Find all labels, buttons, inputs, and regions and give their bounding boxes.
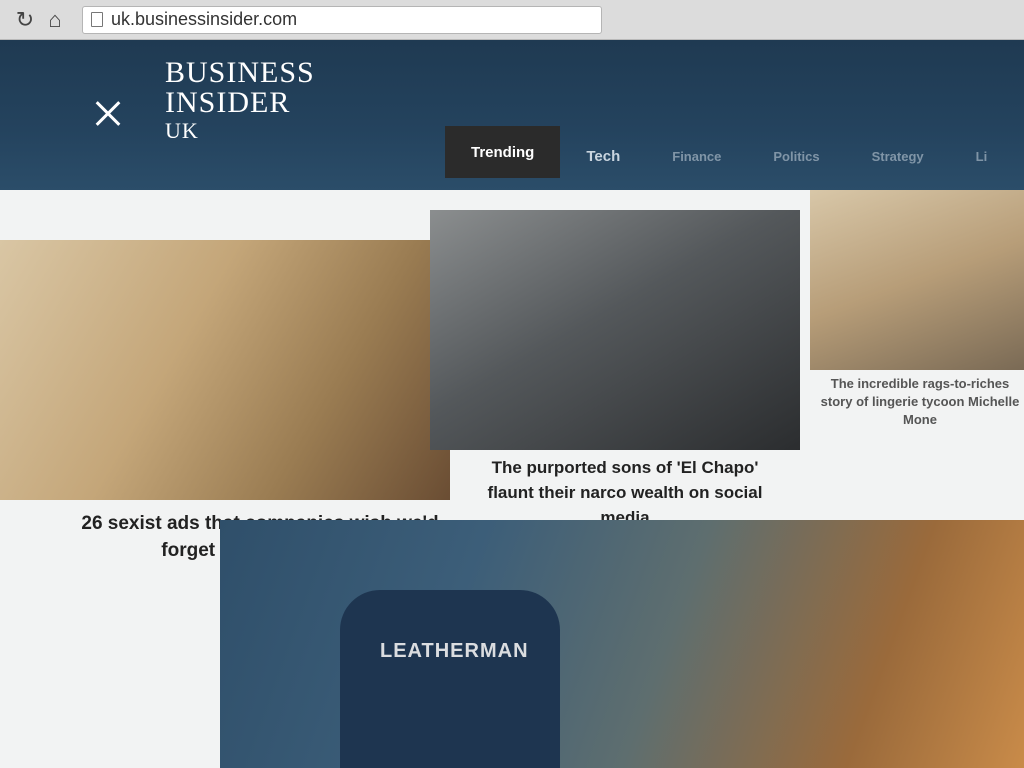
home-icon[interactable]: ⌂ xyxy=(40,7,70,33)
tab-tech[interactable]: Tech xyxy=(560,134,646,178)
feature-image[interactable]: LEATHERMAN xyxy=(220,520,1024,768)
person-figure xyxy=(340,590,560,768)
article-image xyxy=(0,240,450,500)
article-grid: 26 sexist ads that companies wish we'd f… xyxy=(0,190,1024,768)
url-text: uk.businessinsider.com xyxy=(111,9,298,29)
logo-line3: UK xyxy=(165,118,199,143)
article-card[interactable]: The incredible rags-to-riches story of l… xyxy=(810,190,1024,430)
section-nav: Trending Tech Finance Politics Strategy … xyxy=(445,118,1013,178)
tab-finance[interactable]: Finance xyxy=(646,134,747,178)
address-bar[interactable]: uk.businessinsider.com xyxy=(82,5,602,34)
tab-trending[interactable]: Trending xyxy=(445,126,561,178)
article-headline[interactable]: The purported sons of 'El Chapo' flaunt … xyxy=(480,455,770,530)
shirt-text: LEATHERMAN xyxy=(380,640,529,662)
article-image xyxy=(810,190,1024,370)
tab-life[interactable]: Li xyxy=(950,134,1014,178)
article-headline[interactable]: The incredible rags-to-riches story of l… xyxy=(820,375,1020,429)
tab-strategy[interactable]: Strategy xyxy=(846,134,950,178)
browser-toolbar: ↻ ⌂ uk.businessinsider.com xyxy=(0,0,1024,40)
article-card[interactable]: The purported sons of 'El Chapo' flaunt … xyxy=(430,210,800,527)
page-icon xyxy=(91,12,103,27)
site-header: BUSINESS INSIDER UK Trending Tech Financ… xyxy=(0,40,1024,190)
article-image xyxy=(430,210,800,450)
logo-line1: BUSINESS xyxy=(165,56,315,89)
site-logo[interactable]: BUSINESS INSIDER UK xyxy=(165,58,315,142)
reload-icon[interactable]: ↻ xyxy=(10,7,40,33)
logo-line2: INSIDER xyxy=(165,86,291,119)
tab-politics[interactable]: Politics xyxy=(747,134,845,178)
close-menu-icon[interactable] xyxy=(90,96,126,132)
